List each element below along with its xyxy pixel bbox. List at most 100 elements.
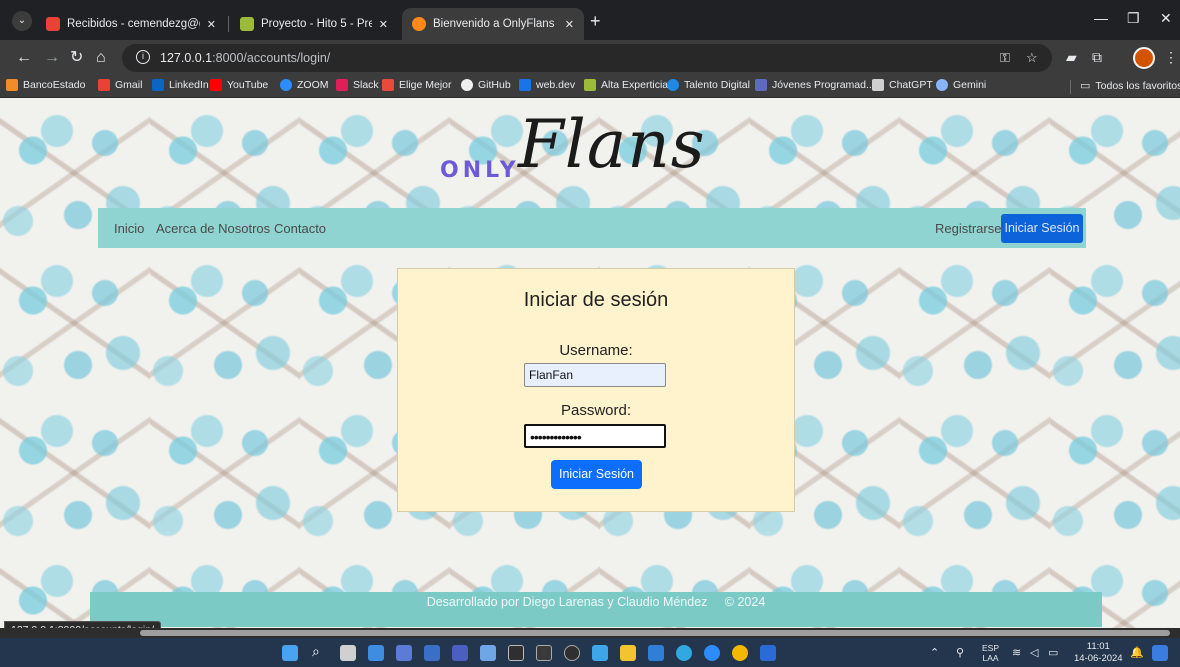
- nav-link-contact[interactable]: Contacto: [274, 221, 326, 236]
- show-hidden-icons-icon[interactable]: ⌃: [930, 646, 939, 659]
- linkedin-icon: [152, 79, 164, 91]
- bookmark-alta-experticia[interactable]: Alta Experticia: [584, 79, 668, 91]
- bookmark-github[interactable]: GitHub: [461, 79, 511, 91]
- bookmark-chatgpt[interactable]: ChatGPT: [872, 79, 933, 91]
- windows-start-icon[interactable]: [282, 645, 298, 661]
- bookmark-label: BancoEstado: [23, 79, 86, 91]
- address-bar[interactable]: i 127.0.0.1:8000/accounts/login/ ⚿ ☆: [122, 44, 1052, 72]
- bookmark-linkedin[interactable]: LinkedIn: [152, 79, 209, 91]
- gmail-icon: [46, 17, 60, 31]
- wifi-icon[interactable]: ≋: [1012, 646, 1021, 659]
- username-label: Username:: [559, 342, 633, 359]
- tab-search-button[interactable]: ⌄: [12, 11, 32, 31]
- new-tab-button[interactable]: +: [590, 12, 601, 30]
- vscode-icon[interactable]: [648, 645, 664, 661]
- username-field[interactable]: FlanFan: [524, 363, 666, 387]
- bookmark-slack[interactable]: Slack: [336, 79, 379, 91]
- alta-experticia-icon: [584, 79, 596, 91]
- bookmark-gemini[interactable]: Gemini: [936, 79, 986, 91]
- usb-icon[interactable]: ⚲: [956, 646, 964, 659]
- bookmarks-folder-all[interactable]: ▭ Todos los favoritos: [1080, 79, 1180, 93]
- bookmark-jovenes-programadores[interactable]: Jóvenes Programad...: [755, 79, 875, 91]
- bookmark-label: Gemini: [953, 79, 987, 91]
- clock-time: 11:01: [1086, 641, 1110, 652]
- bookmark-label: Talento Digital: [684, 79, 750, 91]
- nav-link-register[interactable]: Registrarse: [935, 221, 1001, 236]
- close-tab-icon[interactable]: ✕: [565, 18, 574, 31]
- close-tab-icon[interactable]: ✕: [379, 18, 388, 31]
- notion-icon[interactable]: [536, 645, 552, 661]
- login-submit-button[interactable]: Iniciar Sesión: [551, 460, 642, 489]
- zoom-icon[interactable]: [704, 645, 720, 661]
- extensions-icon[interactable]: ⧉: [1092, 49, 1102, 66]
- task-view-icon[interactable]: [340, 645, 356, 661]
- bookmark-label: GitHub: [478, 79, 511, 91]
- close-tab-icon[interactable]: ✕: [207, 18, 216, 31]
- bookmark-talento-digital[interactable]: Talento Digital: [667, 79, 750, 91]
- bookmark-zoom[interactable]: ZOOM: [280, 79, 329, 91]
- restore-icon[interactable]: ❐: [1127, 10, 1140, 27]
- bookmark-label: Elige Mejor: [399, 79, 452, 91]
- battery-icon[interactable]: ▭: [1048, 646, 1058, 659]
- scrollbar-thumb[interactable]: [140, 630, 1170, 636]
- forward-icon[interactable]: →: [44, 48, 60, 68]
- nav-login-button[interactable]: Iniciar Sesión: [1001, 214, 1083, 243]
- app-icon[interactable]: [396, 645, 412, 661]
- copilot-icon[interactable]: [1152, 645, 1168, 661]
- media-icon[interactable]: ▰: [1066, 49, 1077, 66]
- language-code: ESP: [982, 643, 1000, 653]
- bookmark-webdev[interactable]: web.dev: [519, 79, 575, 91]
- tab-onlyflans[interactable]: Bienvenido a OnlyFlans ✕: [402, 8, 584, 40]
- nav-link-about[interactable]: Acerca de Nosotros: [156, 221, 270, 236]
- bookmark-elige-mejor[interactable]: Elige Mejor: [382, 79, 452, 91]
- nav-link-home[interactable]: Inicio: [114, 221, 144, 236]
- edge-icon[interactable]: [676, 645, 692, 661]
- bookmark-label: ChatGPT: [889, 79, 933, 91]
- clock-date: 14-06-2024: [1074, 653, 1123, 664]
- minimize-icon[interactable]: —: [1094, 10, 1108, 26]
- widgets-icon[interactable]: [368, 645, 384, 661]
- system-clock[interactable]: 11:01 14-06-2024: [1074, 641, 1123, 665]
- gemini-icon: [936, 79, 948, 91]
- bookmark-label: YouTube: [227, 79, 269, 91]
- word-icon[interactable]: [760, 645, 776, 661]
- home-icon[interactable]: ⌂: [96, 48, 106, 68]
- url-host: 127.0.0.1: [160, 51, 213, 65]
- site-info-icon[interactable]: i: [136, 50, 150, 64]
- tab-divider: [228, 16, 229, 32]
- brand-logo[interactable]: ONLY Flans: [440, 106, 740, 206]
- bookmark-label: Jóvenes Programad...: [772, 79, 875, 91]
- bookmark-youtube[interactable]: YouTube: [210, 79, 268, 91]
- profile-avatar[interactable]: [1133, 47, 1155, 69]
- bookmark-gmail[interactable]: Gmail: [98, 79, 142, 91]
- chrome-menu-icon[interactable]: ⋮: [1164, 49, 1178, 66]
- bookmark-star-icon[interactable]: ☆: [1026, 50, 1038, 66]
- tab-gmail[interactable]: Recibidos - cemendezg@gmail ✕: [36, 8, 226, 40]
- teams-icon[interactable]: [452, 645, 468, 661]
- tab-title: Recibidos - cemendezg@gmail: [67, 18, 200, 30]
- app-icon[interactable]: [480, 645, 496, 661]
- bookmark-bancoestado[interactable]: BancoEstado: [6, 79, 85, 91]
- close-window-icon[interactable]: ✕: [1160, 10, 1172, 27]
- password-field[interactable]: •••••••••••••: [524, 424, 666, 448]
- app-icon[interactable]: [508, 645, 524, 661]
- youtube-icon: [210, 79, 222, 91]
- tab-title: Proyecto - Hito 5 - Presentació: [261, 18, 372, 30]
- bookmark-label: LinkedIn: [169, 79, 209, 91]
- browser-tab-strip: ⌄ Recibidos - cemendezg@gmail ✕ Proyecto…: [0, 0, 1180, 40]
- logo-name: Flans: [518, 106, 706, 183]
- tab-proyecto[interactable]: Proyecto - Hito 5 - Presentació ✕: [230, 8, 398, 40]
- file-explorer-icon[interactable]: [620, 645, 636, 661]
- back-icon[interactable]: ←: [16, 48, 32, 68]
- language-indicator[interactable]: ESP LAA: [982, 643, 999, 663]
- password-key-icon[interactable]: ⚿: [1000, 50, 1010, 66]
- reload-icon[interactable]: ↻: [70, 48, 83, 68]
- bookmarks-divider: [1070, 80, 1071, 94]
- app-icon[interactable]: [564, 645, 580, 661]
- search-icon[interactable]: ⌕: [312, 643, 328, 659]
- volume-icon[interactable]: ◁: [1030, 646, 1038, 659]
- chrome-icon[interactable]: [732, 645, 748, 661]
- app-icon[interactable]: [424, 645, 440, 661]
- store-icon[interactable]: [592, 645, 608, 661]
- notification-bell-icon[interactable]: 🔔: [1130, 646, 1144, 659]
